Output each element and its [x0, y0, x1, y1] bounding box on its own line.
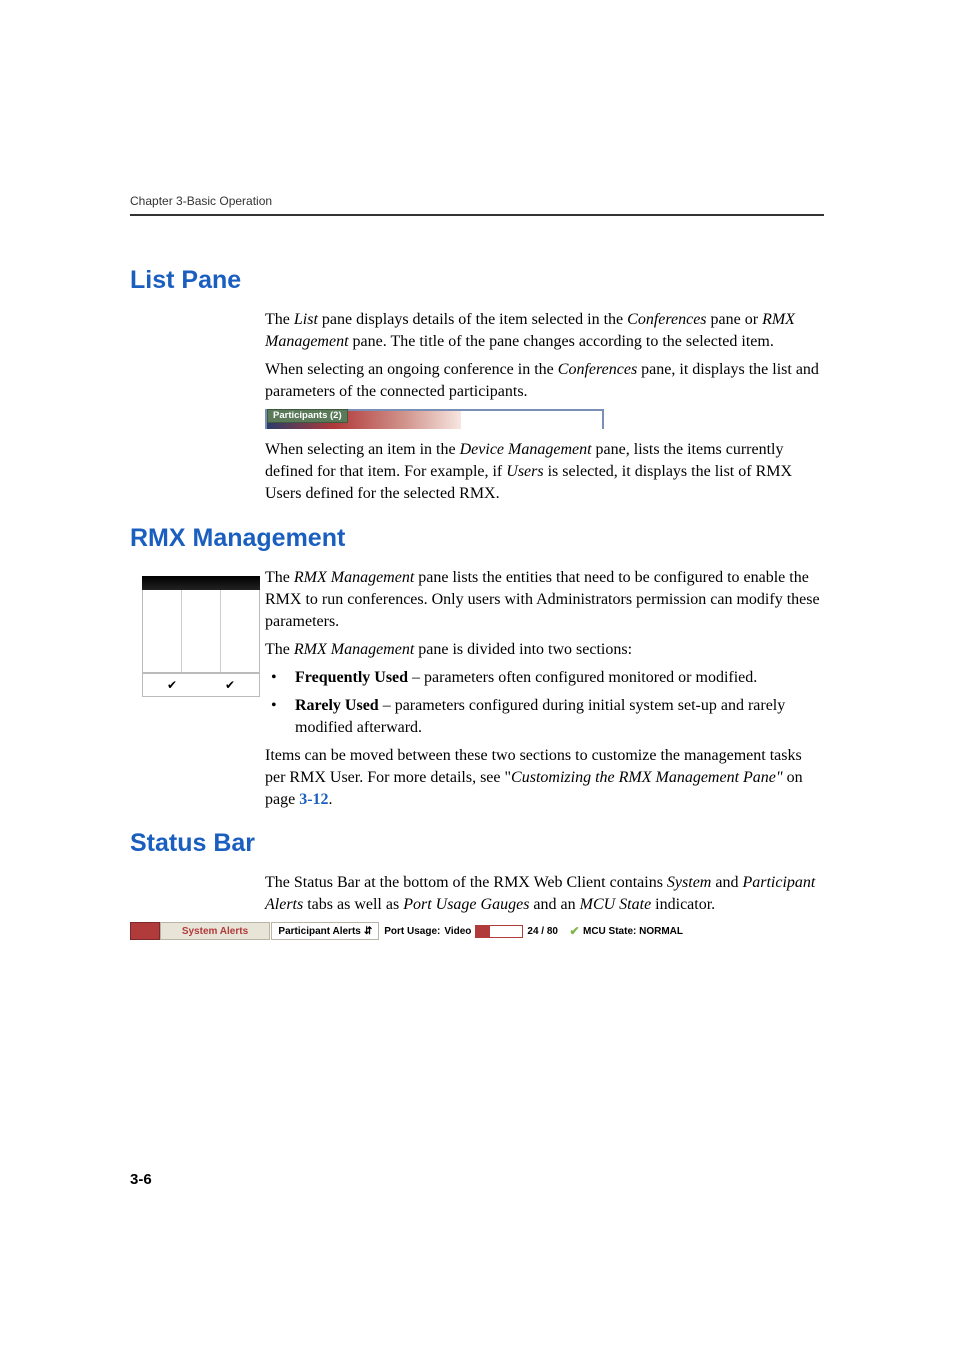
heading-list-pane: List Pane [130, 266, 824, 295]
text: indicator. [651, 896, 715, 913]
status-bar-screenshot: System Alerts Participant Alerts ⇵ Port … [130, 922, 689, 940]
text-bold: Rarely Used [295, 697, 379, 714]
text: The [265, 569, 294, 586]
mcu-state-label: MCU State: NORMAL [583, 925, 683, 939]
port-usage-video-label: Video [444, 925, 471, 939]
check-icon: ✔ [569, 926, 580, 937]
text: . [329, 791, 333, 808]
text-italic: RMX Management [294, 641, 414, 658]
text-italic: List [294, 311, 318, 328]
text-italic: Customizing the RMX Management Pane" [511, 769, 783, 786]
list-pane-para-2: When selecting an ongoing conference in … [265, 359, 824, 403]
text-italic: Port Usage Gauges [403, 896, 529, 913]
screenshot-col [221, 590, 259, 672]
screenshot-bottom-row: ✔ ✔ [142, 673, 260, 697]
port-usage-label: Port Usage: [384, 925, 440, 939]
rmx-management-screenshot: ✔ ✔ [142, 576, 260, 697]
mcu-state-indicator: ✔ MCU State: NORMAL [563, 922, 689, 940]
running-header: Chapter 3-Basic Operation [130, 194, 824, 208]
port-usage-section: Port Usage: Video 24 / 80 [379, 922, 563, 940]
alerts-icon: ⇵ [364, 925, 372, 939]
text: The Status Bar at the bottom of the RMX … [265, 874, 667, 891]
text: pane or [707, 311, 763, 328]
screenshot-col [143, 590, 182, 672]
list-pane-para-3: When selecting an item in the Device Man… [265, 439, 824, 505]
text: tabs as well as [303, 896, 403, 913]
gauge-fill [476, 926, 490, 937]
text-italic: System [667, 874, 711, 891]
text-italic: Conferences [558, 361, 637, 378]
rmx-para-2: The RMX Management pane is divided into … [265, 639, 824, 661]
bullet-frequently-used: Frequently Used – parameters often confi… [265, 667, 824, 689]
page-number: 3-6 [130, 1171, 152, 1188]
status-bar-para-1: The Status Bar at the bottom of the RMX … [265, 872, 824, 916]
text: When selecting an item in the [265, 441, 460, 458]
red-indicator [130, 922, 160, 940]
bullet-rarely-used: Rarely Used – parameters configured duri… [265, 695, 824, 739]
text: pane. The title of the pane changes acco… [349, 333, 774, 350]
text: The [265, 641, 294, 658]
text: pane is divided into two sections: [414, 641, 632, 658]
text-italic: RMX Management [294, 569, 414, 586]
text-bold: Frequently Used [295, 669, 408, 686]
header-divider [130, 214, 824, 216]
participants-tab-screenshot: Participants (2) [265, 409, 604, 429]
heading-rmx-management: RMX Management [130, 524, 824, 553]
text: and an [529, 896, 579, 913]
screenshot-titlebar [142, 576, 260, 590]
text: and [711, 874, 742, 891]
screenshot-col [182, 590, 221, 672]
rmx-bullet-list: Frequently Used – parameters often confi… [265, 667, 824, 739]
text-italic: Conferences [627, 311, 706, 328]
heading-status-bar: Status Bar [130, 829, 824, 858]
list-pane-para-1: The List pane displays details of the it… [265, 309, 824, 353]
text-italic: Device Management [460, 441, 592, 458]
text: – parameters often configured monitored … [408, 669, 757, 686]
text-italic: Users [506, 463, 543, 480]
checkmark-icon: ✔ [167, 678, 177, 693]
rmx-para-1: The RMX Management pane lists the entiti… [265, 567, 824, 633]
text: pane displays details of the item select… [318, 311, 627, 328]
screenshot-middle [142, 590, 260, 673]
cross-reference-link[interactable]: 3-12 [299, 791, 328, 808]
participant-alerts-tab: Participant Alerts ⇵ [271, 922, 379, 940]
system-alerts-tab: System Alerts [160, 922, 270, 940]
port-usage-gauge [475, 925, 523, 938]
port-usage-values: 24 / 80 [527, 925, 558, 939]
text: The [265, 311, 294, 328]
participant-alerts-label: Participant Alerts [278, 925, 360, 939]
text: When selecting an ongoing conference in … [265, 361, 558, 378]
text-italic: MCU State [580, 896, 652, 913]
checkmark-icon: ✔ [225, 678, 235, 693]
rmx-para-3: Items can be moved between these two sec… [265, 745, 824, 811]
participants-tab-label: Participants (2) [267, 409, 348, 423]
